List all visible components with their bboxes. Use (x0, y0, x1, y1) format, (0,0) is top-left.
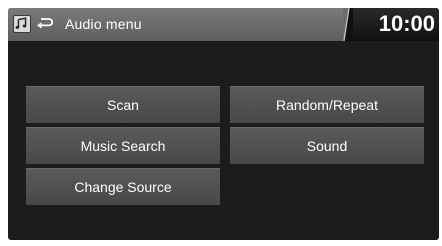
scan-button-label: Scan (107, 97, 139, 113)
music-search-button[interactable]: Music Search (26, 127, 220, 164)
music-search-button-label: Music Search (80, 138, 166, 154)
sound-button-label: Sound (306, 138, 348, 154)
sound-button[interactable]: Sound (230, 127, 424, 164)
scan-button[interactable]: Scan (26, 86, 220, 123)
random-repeat-button[interactable]: Random/Repeat (230, 86, 424, 123)
clock-display: 10:00 (378, 11, 435, 36)
change-source-button-label: Change Source (74, 179, 172, 195)
music-note-icon[interactable] (13, 15, 31, 33)
back-arrow-icon[interactable] (36, 16, 54, 32)
random-repeat-button-label: Random/Repeat (276, 97, 378, 113)
header-title-area (8, 8, 348, 41)
audio-menu-screen: Audio menu 10:00 Scan Random/Repeat Musi… (8, 8, 439, 240)
change-source-button[interactable]: Change Source (26, 168, 220, 205)
header-bar: Audio menu 10:00 (8, 8, 439, 41)
page-title: Audio menu (65, 16, 142, 32)
